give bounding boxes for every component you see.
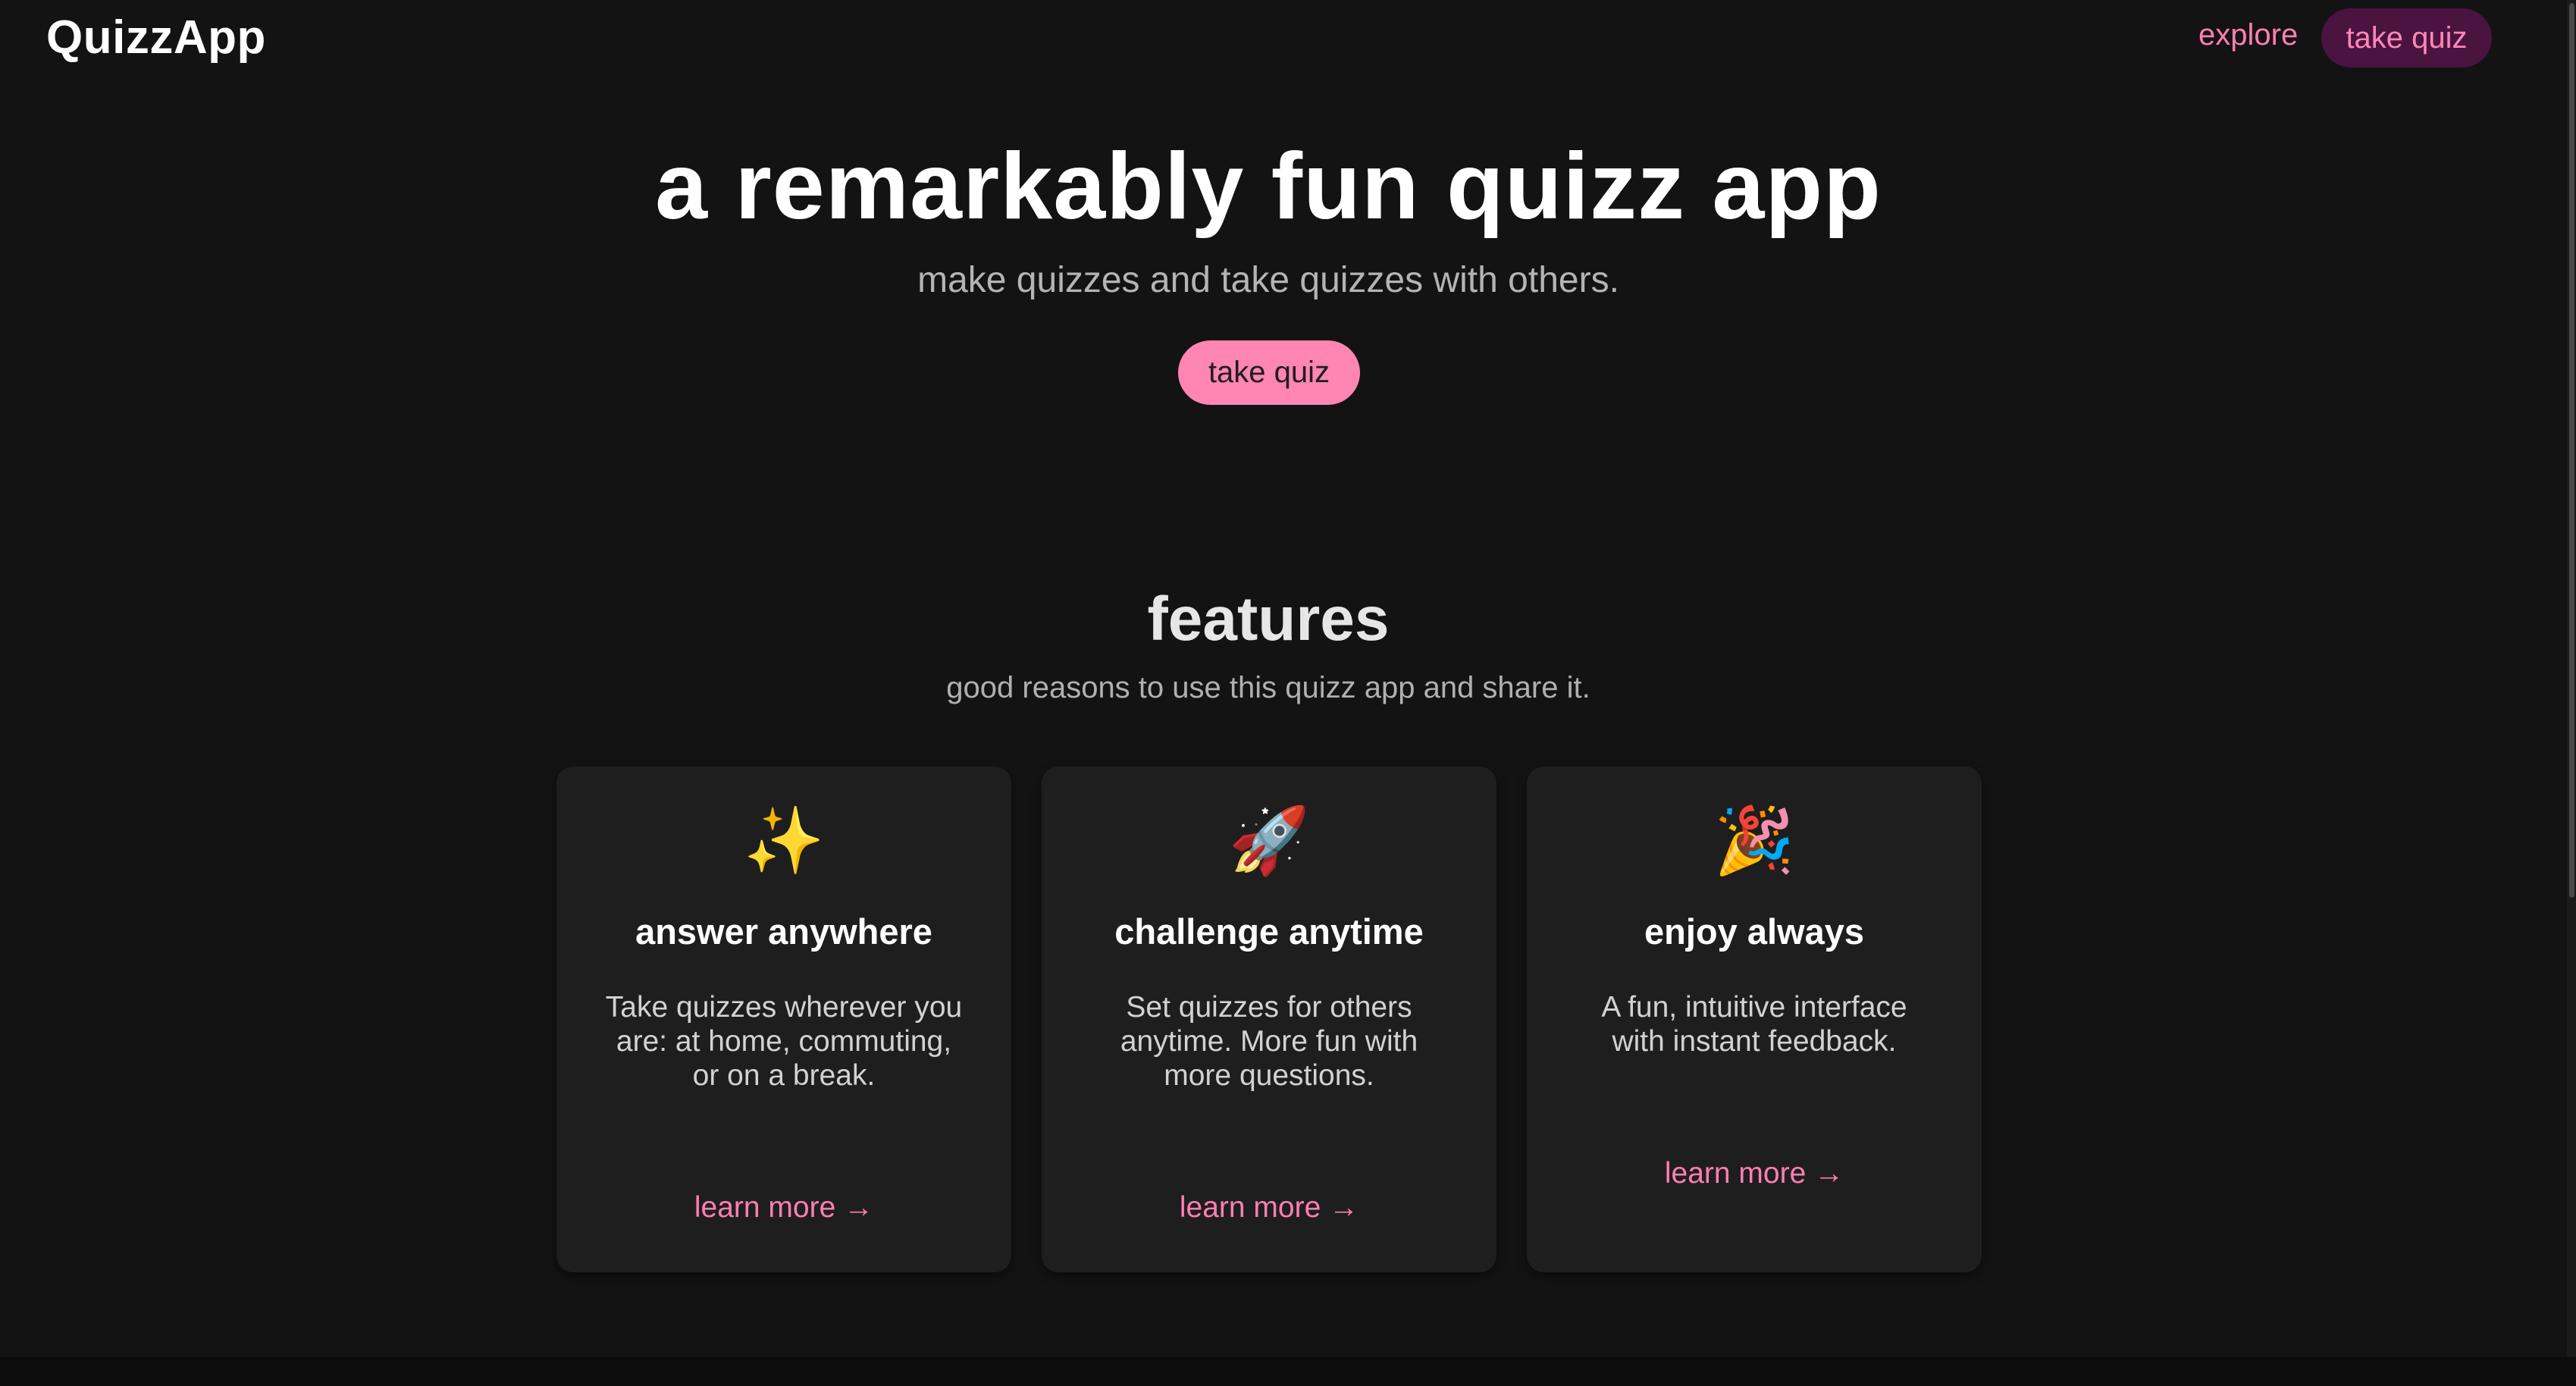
feature-card-answer-anywhere: ✨ answer anywhere Take quizzes wherever …	[556, 767, 1011, 1272]
top-navbar: QuizzApp explore take quiz	[0, 0, 2576, 76]
footer-strip	[0, 1357, 2576, 1386]
party-popper-icon: 🎉	[1713, 804, 1795, 877]
feature-card-description: A fun, intuitive interface with instant …	[1601, 991, 1907, 1058]
learn-more-link[interactable]: learn more →	[1527, 1157, 1982, 1190]
feature-card-description: Take quizzes wherever you are: at home, …	[605, 991, 963, 1092]
learn-more-link[interactable]: learn more →	[556, 1191, 1011, 1225]
features-title: features	[1147, 585, 1390, 654]
feature-card-enjoy-always: 🎉 enjoy always A fun, intuitive interfac…	[1527, 767, 1982, 1272]
hero-title: a remarkably fun quizz app	[655, 134, 1882, 239]
features-subtitle: good reasons to use this quizz app and s…	[946, 671, 1590, 704]
feature-card-title: challenge anytime	[1114, 911, 1424, 952]
feature-card-title: enjoy always	[1644, 911, 1864, 952]
nav-take-quiz-button[interactable]: take quiz	[2321, 8, 2492, 67]
hero-subtitle: make quizzes and take quizzes with other…	[917, 260, 1619, 300]
hero-take-quiz-button[interactable]: take quiz	[1178, 340, 1360, 405]
brand-logo[interactable]: QuizzApp	[46, 11, 266, 64]
sparkles-icon: ✨	[743, 804, 825, 877]
nav-explore-link[interactable]: explore	[2198, 18, 2298, 52]
scrollbar-thumb[interactable]	[2569, 3, 2574, 898]
feature-card-description: Set quizzes for others anytime. More fun…	[1120, 991, 1418, 1092]
feature-card-challenge-anytime: 🚀 challenge anytime Set quizzes for othe…	[1042, 767, 1496, 1272]
learn-more-link[interactable]: learn more →	[1042, 1191, 1496, 1225]
page: QuizzApp explore take quiz a remarkably …	[0, 0, 2576, 1386]
feature-card-title: answer anywhere	[635, 911, 932, 952]
rocket-icon: 🚀	[1228, 804, 1310, 877]
